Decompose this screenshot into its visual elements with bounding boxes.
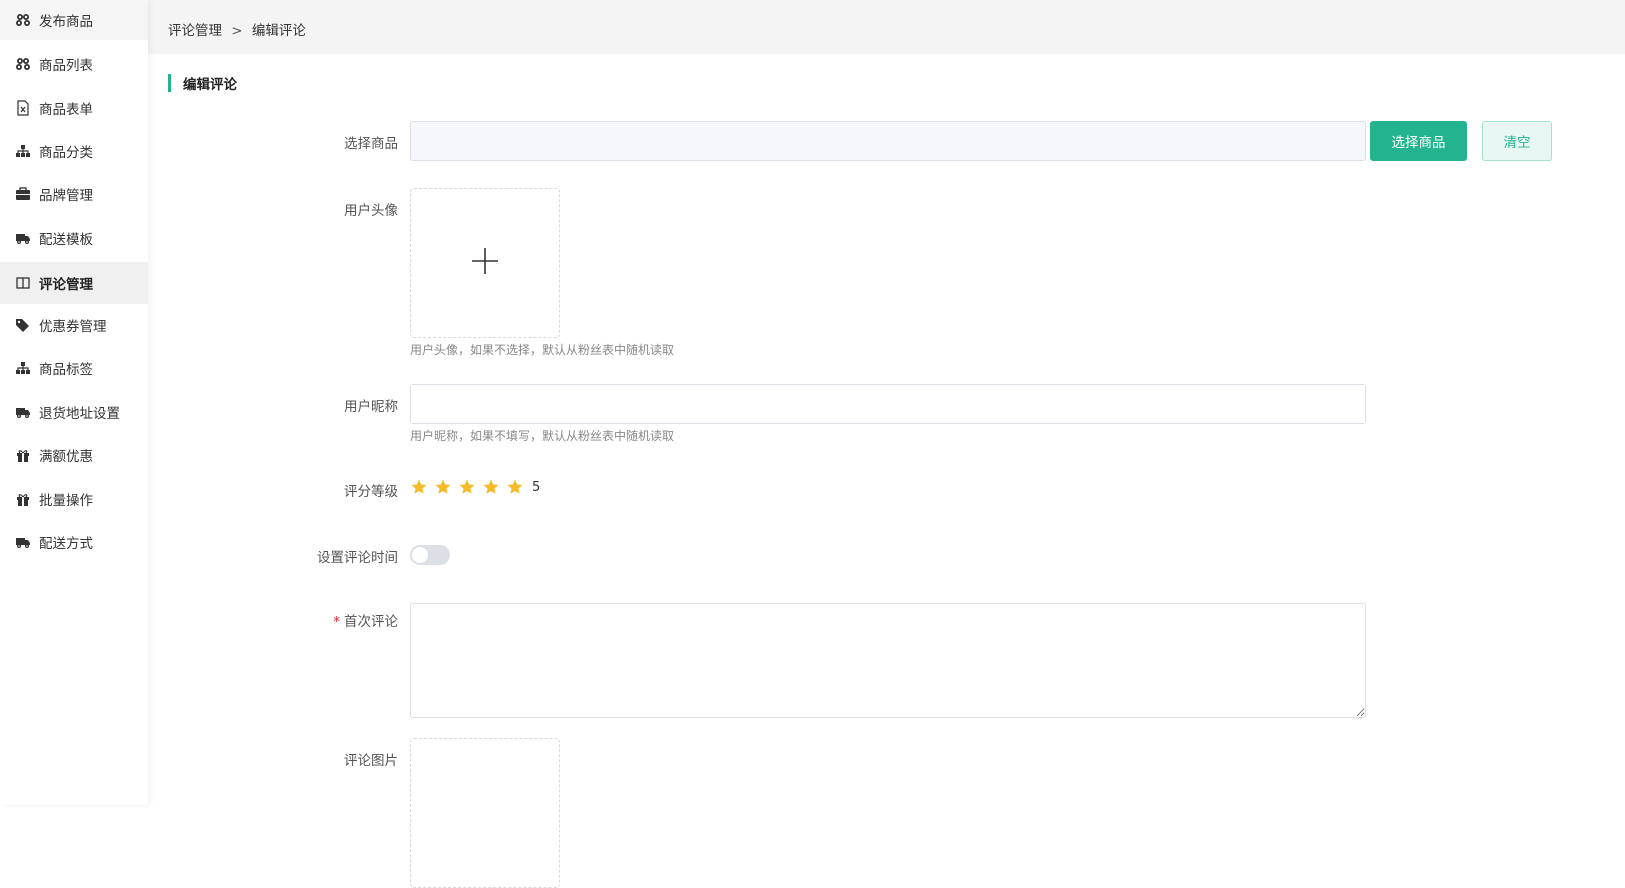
breadcrumb-parent[interactable]: 评论管理 xyxy=(168,23,222,39)
set-time-label: 设置评论时间 xyxy=(317,550,398,566)
briefcase-icon xyxy=(15,186,31,202)
clear-button[interactable]: 清空 xyxy=(1482,121,1552,161)
nickname-hint: 用户昵称，如果不填写，默认从粉丝表中随机读取 xyxy=(410,429,675,443)
cubes-icon xyxy=(15,12,31,28)
sidebar-item-return-address[interactable]: 退货地址设置 xyxy=(0,392,148,432)
sidebar-item-product-tags[interactable]: 商品标签 xyxy=(0,348,148,388)
sidebar-item-label: 发布商品 xyxy=(39,14,93,30)
star-icon[interactable] xyxy=(482,478,500,496)
sidebar-item-label: 商品分类 xyxy=(39,145,93,161)
sidebar-item-product-category[interactable]: 商品分类 xyxy=(0,131,148,171)
section-title: 编辑评论 xyxy=(168,74,237,93)
product-input[interactable] xyxy=(410,121,1366,161)
sidebar-item-product-list[interactable]: 商品列表 xyxy=(0,44,148,84)
main-content: 编辑评论 选择商品 选择商品 清空 用户头像 用户头像，如果不选择，默认从粉丝表… xyxy=(148,54,1625,888)
sidebar-item-label: 评论管理 xyxy=(39,277,93,293)
breadcrumb: 评论管理 > 编辑评论 xyxy=(168,19,306,39)
sidebar-item-label: 商品标签 xyxy=(39,362,93,378)
sidebar-item-shipping-template[interactable]: 配送模板 xyxy=(0,218,148,258)
rating-score: 5 xyxy=(532,479,541,495)
gift-icon xyxy=(15,447,31,463)
product-label: 选择商品 xyxy=(344,136,398,152)
rating-stars: 5 xyxy=(410,478,540,496)
sidebar-item-label: 优惠券管理 xyxy=(39,319,107,335)
truck-icon xyxy=(15,404,31,420)
sidebar-item-coupons[interactable]: 优惠券管理 xyxy=(0,305,148,345)
nickname-label: 用户昵称 xyxy=(344,399,398,415)
tags-icon xyxy=(15,317,31,333)
set-time-toggle[interactable] xyxy=(410,545,450,565)
star-icon[interactable] xyxy=(410,478,428,496)
section-title-text: 编辑评论 xyxy=(183,77,237,93)
select-product-button[interactable]: 选择商品 xyxy=(1370,121,1467,161)
first-comment-label-text: 首次评论 xyxy=(344,614,398,630)
sidebar-item-label: 批量操作 xyxy=(39,493,93,509)
toggle-knob xyxy=(412,547,428,563)
cubes-icon xyxy=(15,56,31,72)
sidebar-item-label: 退货地址设置 xyxy=(39,406,120,422)
columns-icon xyxy=(15,275,31,291)
sidebar-item-label: 品牌管理 xyxy=(39,188,93,204)
avatar-upload[interactable] xyxy=(410,188,560,338)
avatar-label: 用户头像 xyxy=(344,203,398,219)
sidebar-item-label: 配送模板 xyxy=(39,232,93,248)
sidebar-item-batch-operations[interactable]: 批量操作 xyxy=(0,479,148,519)
comment-images-label: 评论图片 xyxy=(344,753,398,769)
avatar-hint: 用户头像，如果不选择，默认从粉丝表中随机读取 xyxy=(410,343,675,357)
first-comment-label: * 首次评论 xyxy=(148,610,398,630)
sidebar-item-brand[interactable]: 品牌管理 xyxy=(0,174,148,214)
nickname-input[interactable] xyxy=(410,384,1366,424)
section-title-accent-bar xyxy=(168,74,171,92)
sidebar-item-label: 商品表单 xyxy=(39,102,93,118)
sidebar: 发布商品 商品列表 商品表单 商品分类 品牌管理 配送模板 评论管理 优惠券管理… xyxy=(0,0,148,805)
sitemap-icon xyxy=(15,143,31,159)
comment-images-upload[interactable] xyxy=(410,738,560,888)
header-bar: 评论管理 > 编辑评论 xyxy=(148,0,1625,54)
star-icon[interactable] xyxy=(506,478,524,496)
truck-icon xyxy=(15,534,31,550)
breadcrumb-separator: > xyxy=(231,23,243,39)
sidebar-item-publish-product[interactable]: 发布商品 xyxy=(0,0,148,40)
required-mark: * xyxy=(333,614,340,630)
star-icon[interactable] xyxy=(434,478,452,496)
sitemap-icon xyxy=(15,360,31,376)
sidebar-item-comment-management[interactable]: 评论管理 xyxy=(0,262,148,304)
sidebar-item-label: 满额优惠 xyxy=(39,449,93,465)
sidebar-item-product-form[interactable]: 商品表单 xyxy=(0,88,148,128)
sidebar-item-label: 商品列表 xyxy=(39,58,93,74)
first-comment-textarea[interactable] xyxy=(410,603,1366,718)
plus-icon xyxy=(471,247,499,279)
rating-label: 评分等级 xyxy=(344,484,398,500)
sidebar-item-full-discount[interactable]: 满额优惠 xyxy=(0,435,148,475)
truck-icon xyxy=(15,230,31,246)
sidebar-item-label: 配送方式 xyxy=(39,536,93,552)
star-icon[interactable] xyxy=(458,478,476,496)
breadcrumb-current: 编辑评论 xyxy=(251,23,306,39)
sidebar-item-delivery-method[interactable]: 配送方式 xyxy=(0,522,148,562)
excel-file-icon xyxy=(15,100,31,116)
gift-icon xyxy=(15,491,31,507)
